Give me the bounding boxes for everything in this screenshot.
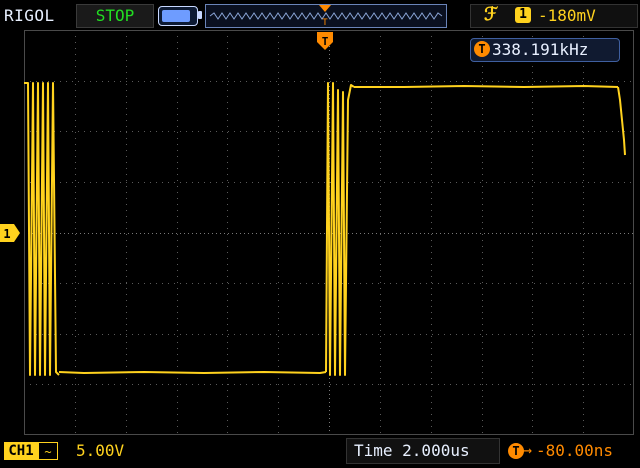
battery-icon	[158, 6, 198, 26]
memory-trigger-label: T	[322, 18, 328, 28]
brand-logo: RIGOL	[4, 6, 55, 25]
ac-coupling-icon: ~	[38, 442, 58, 460]
rising-edge-icon: ℱ	[484, 4, 499, 25]
memory-depth-bar[interactable]: T	[205, 4, 447, 28]
memory-trigger-pointer	[319, 5, 331, 12]
run-stop-indicator[interactable]: STOP	[76, 4, 154, 28]
channel1-label[interactable]: CH1	[4, 442, 38, 460]
frequency-value: 338.191kHz	[492, 40, 589, 59]
svg-text:T: T	[322, 35, 329, 48]
timebase-value: Time 2.000us	[354, 441, 470, 460]
delay-arrow-icon: →	[523, 441, 533, 459]
channel1-ground-marker[interactable]: 1	[0, 224, 22, 242]
trigger-level: -180mV	[538, 6, 596, 25]
trigger-delay-value: -80.00ns	[536, 441, 614, 460]
volts-per-division: 5.00V	[76, 441, 125, 460]
trigger-delay-icon: T	[508, 443, 524, 459]
waveform-display[interactable]: T	[24, 30, 634, 435]
battery-tip	[198, 11, 202, 19]
trigger-channel-badge: 1	[515, 7, 531, 23]
svg-text:1: 1	[3, 227, 10, 241]
frequency-marker-icon: T	[474, 41, 490, 57]
